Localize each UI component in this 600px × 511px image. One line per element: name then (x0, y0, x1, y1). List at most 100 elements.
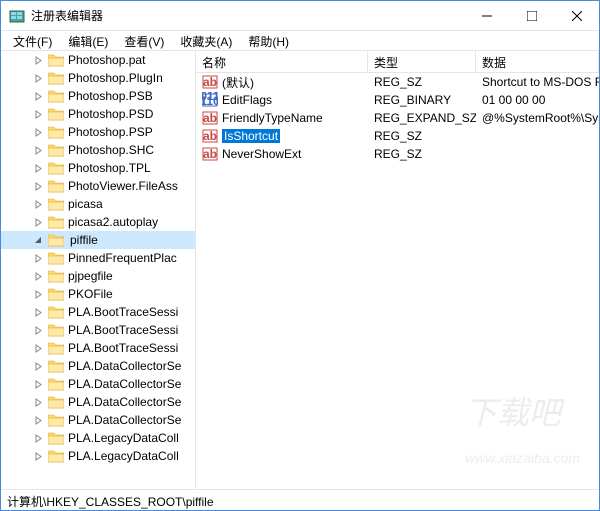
expander-icon[interactable] (33, 415, 44, 426)
tree-item[interactable]: PLA.DataCollectorSe (1, 375, 195, 393)
window-controls (464, 1, 599, 30)
tree-item[interactable]: PLA.BootTraceSessi (1, 321, 195, 339)
expander-icon[interactable] (33, 307, 44, 318)
expander-icon[interactable] (33, 451, 44, 462)
tree-item[interactable]: Photoshop.PSB (1, 87, 195, 105)
tree-label: picasa2.autoplay (68, 215, 158, 229)
tree-item[interactable]: PhotoViewer.FileAss (1, 177, 195, 195)
tree-item[interactable]: PLA.DataCollectorSe (1, 393, 195, 411)
expander-icon[interactable] (33, 55, 44, 66)
expander-icon[interactable] (33, 253, 44, 264)
folder-icon (48, 233, 64, 247)
value-type-icon: ab (202, 110, 218, 126)
tree-label: piffile (68, 233, 100, 247)
tree-item[interactable]: PLA.BootTraceSessi (1, 303, 195, 321)
folder-icon (48, 89, 64, 103)
expander-icon[interactable] (33, 325, 44, 336)
list-body: ab(默认)REG_SZShortcut to MS-DOS F011110Ed… (196, 73, 599, 163)
menu-file[interactable]: 文件(F) (5, 31, 60, 50)
maximize-button[interactable] (509, 1, 554, 30)
value-name: NeverShowExt (222, 147, 301, 161)
value-type-icon: ab (202, 146, 218, 162)
expander-icon[interactable] (33, 433, 44, 444)
list-row[interactable]: abIsShortcutREG_SZ (196, 127, 599, 145)
tree-item[interactable]: PLA.LegacyDataColl (1, 447, 195, 465)
header-data[interactable]: 数据 (476, 51, 599, 72)
tree-label: Photoshop.PSP (68, 125, 153, 139)
minimize-button[interactable] (464, 1, 509, 30)
cell-type: REG_SZ (368, 147, 476, 161)
expander-icon[interactable] (33, 145, 44, 156)
expander-icon[interactable] (33, 289, 44, 300)
cell-name: abFriendlyTypeName (196, 110, 368, 126)
tree-label: PhotoViewer.FileAss (68, 179, 178, 193)
tree-label: PLA.DataCollectorSe (68, 377, 181, 391)
folder-icon (48, 251, 64, 265)
statusbar: 计算机\HKEY_CLASSES_ROOT\piffile (1, 489, 599, 511)
list-row[interactable]: ab(默认)REG_SZShortcut to MS-DOS F (196, 73, 599, 91)
menu-favorites[interactable]: 收藏夹(A) (172, 31, 240, 50)
svg-text:ab: ab (203, 147, 217, 161)
expander-icon[interactable] (33, 271, 44, 282)
list-row[interactable]: 011110EditFlagsREG_BINARY01 00 00 00 (196, 91, 599, 109)
folder-icon (48, 53, 64, 67)
list-row[interactable]: abFriendlyTypeNameREG_EXPAND_SZ@%SystemR… (196, 109, 599, 127)
tree-item[interactable]: Photoshop.PSD (1, 105, 195, 123)
expander-icon[interactable] (33, 163, 44, 174)
value-type-icon: ab (202, 74, 218, 90)
expander-icon[interactable] (33, 199, 44, 210)
tree-item[interactable]: PLA.LegacyDataColl (1, 429, 195, 447)
svg-text:ab: ab (203, 75, 217, 89)
folder-icon (48, 143, 64, 157)
folder-icon (48, 359, 64, 373)
expander-icon[interactable] (33, 109, 44, 120)
expander-icon[interactable] (33, 127, 44, 138)
expander-icon[interactable] (33, 361, 44, 372)
tree-item[interactable]: PinnedFrequentPlac (1, 249, 195, 267)
content-area: Photoshop.pat Photoshop.PlugIn Photoshop.P… (1, 51, 599, 489)
tree-item[interactable]: pjpegfile (1, 267, 195, 285)
expander-icon[interactable] (33, 217, 44, 228)
menu-view[interactable]: 查看(V) (116, 31, 172, 50)
header-name[interactable]: 名称 (196, 51, 368, 72)
tree-item[interactable]: piffile (1, 231, 195, 249)
tree-scroll[interactable]: Photoshop.pat Photoshop.PlugIn Photoshop.P… (1, 51, 195, 489)
expander-icon[interactable] (33, 235, 44, 246)
tree-item[interactable]: picasa2.autoplay (1, 213, 195, 231)
cell-name: ab NeverShowExt (196, 146, 368, 162)
svg-text:ab: ab (203, 129, 217, 143)
menu-help[interactable]: 帮助(H) (240, 31, 297, 50)
tree-item[interactable]: Photoshop.PSP (1, 123, 195, 141)
menu-edit[interactable]: 编辑(E) (60, 31, 116, 50)
tree-label: Photoshop.PlugIn (68, 71, 163, 85)
expander-icon[interactable] (33, 379, 44, 390)
tree-item[interactable]: PKOFile (1, 285, 195, 303)
tree-item[interactable]: PLA.DataCollectorSe (1, 357, 195, 375)
tree-item[interactable]: PLA.DataCollectorSe (1, 411, 195, 429)
tree-item[interactable]: picasa (1, 195, 195, 213)
folder-icon (48, 377, 64, 391)
cell-data: 01 00 00 00 (476, 93, 599, 107)
cell-name: ab IsShortcut (196, 128, 368, 144)
cell-name: ab(默认) (196, 74, 368, 91)
expander-icon[interactable] (33, 91, 44, 102)
value-type-icon: ab (202, 128, 218, 144)
tree-item[interactable]: Photoshop.TPL (1, 159, 195, 177)
expander-icon[interactable] (33, 397, 44, 408)
list-panel: 名称 类型 数据 ab(默认)REG_SZShortcut to MS-DOS … (196, 51, 599, 489)
tree-item[interactable]: Photoshop.SHC (1, 141, 195, 159)
expander-icon[interactable] (33, 181, 44, 192)
tree-label: PLA.LegacyDataColl (68, 449, 179, 463)
list-row[interactable]: ab NeverShowExt REG_SZ (196, 145, 599, 163)
header-type[interactable]: 类型 (368, 51, 476, 72)
close-button[interactable] (554, 1, 599, 30)
expander-icon[interactable] (33, 73, 44, 84)
tree-item[interactable]: Photoshop.PlugIn (1, 69, 195, 87)
list-header: 名称 类型 数据 (196, 51, 599, 73)
tree-item[interactable]: PLA.BootTraceSessi (1, 339, 195, 357)
value-name: IsShortcut (222, 129, 280, 143)
tree-label: PLA.DataCollectorSe (68, 395, 181, 409)
expander-icon[interactable] (33, 343, 44, 354)
tree-item[interactable]: Photoshop.pat (1, 51, 195, 69)
tree-label: Photoshop.pat (68, 53, 145, 67)
